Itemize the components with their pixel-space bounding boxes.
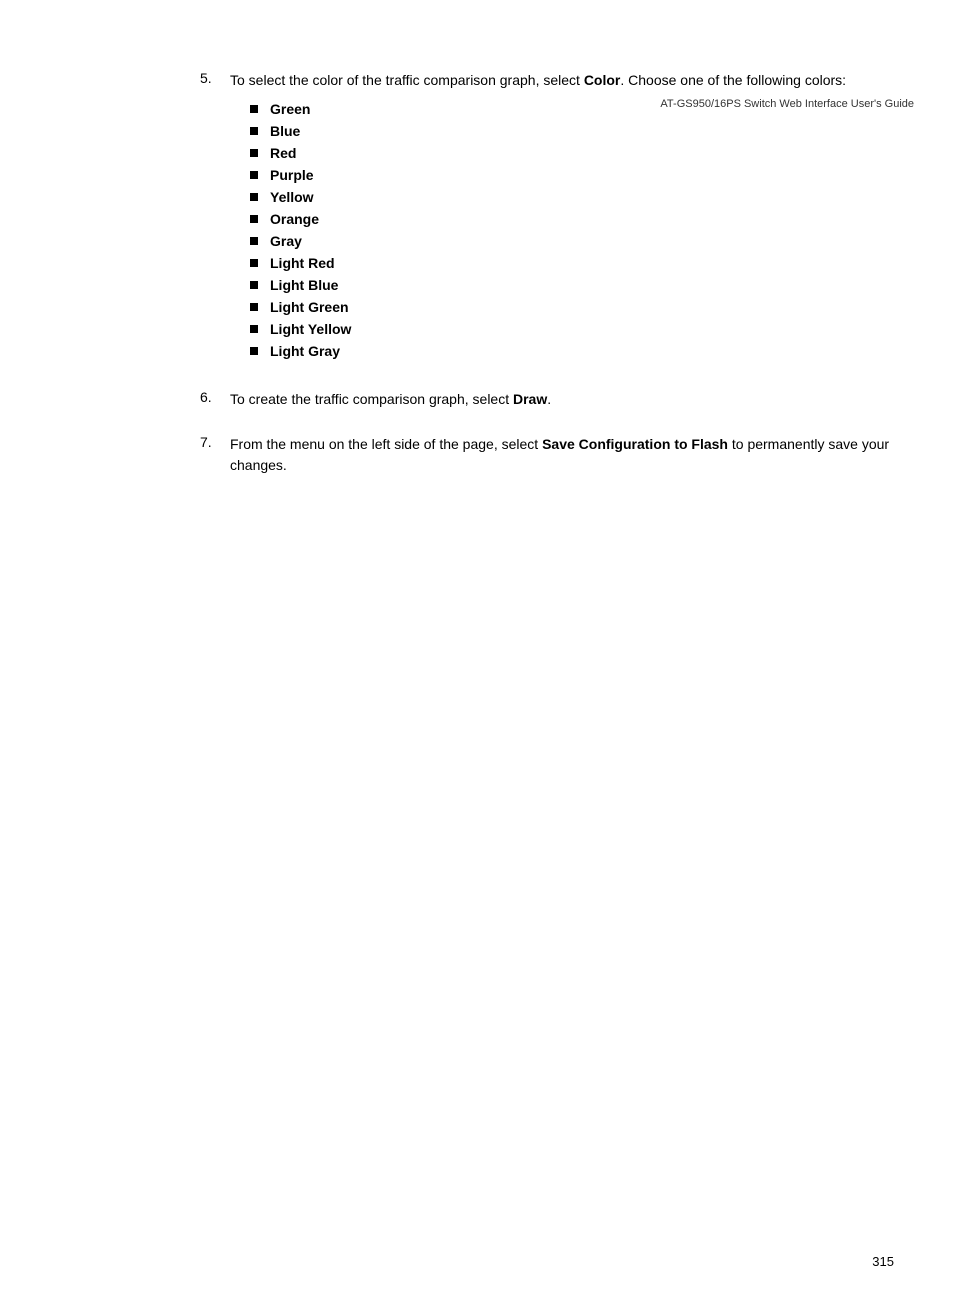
list-item: Gray bbox=[250, 233, 894, 249]
list-item: Yellow bbox=[250, 189, 894, 205]
header-title: AT-GS950/16PS Switch Web Interface User'… bbox=[660, 98, 914, 110]
step-7-number: 7. bbox=[200, 434, 230, 450]
color-list: Green Blue Red Purple Yellow Orange Gray… bbox=[250, 101, 894, 359]
bullet-icon bbox=[250, 105, 258, 113]
bullet-icon bbox=[250, 325, 258, 333]
step-6-text: To create the traffic comparison graph, … bbox=[230, 389, 894, 410]
page-header: AT-GS950/16PS Switch Web Interface User'… bbox=[660, 98, 914, 110]
bullet-icon bbox=[250, 259, 258, 267]
list-item: Purple bbox=[250, 167, 894, 183]
step-6-number: 6. bbox=[200, 389, 230, 405]
bullet-icon bbox=[250, 281, 258, 289]
bullet-icon bbox=[250, 149, 258, 157]
bullet-icon bbox=[250, 303, 258, 311]
bullet-icon bbox=[250, 127, 258, 135]
step-7: 7. From the menu on the left side of the… bbox=[200, 434, 894, 476]
list-item: Blue bbox=[250, 123, 894, 139]
step-5: 5. To select the color of the traffic co… bbox=[200, 70, 894, 365]
list-item: Light Green bbox=[250, 299, 894, 315]
bullet-icon bbox=[250, 193, 258, 201]
bullet-icon bbox=[250, 237, 258, 245]
step-6: 6. To create the traffic comparison grap… bbox=[200, 389, 894, 410]
page-number: 315 bbox=[872, 1254, 894, 1269]
list-item: Light Blue bbox=[250, 277, 894, 293]
list-item: Orange bbox=[250, 211, 894, 227]
step-7-text: From the menu on the left side of the pa… bbox=[230, 434, 894, 476]
page-footer: 315 bbox=[872, 1254, 894, 1269]
list-item: Light Yellow bbox=[250, 321, 894, 337]
bullet-icon bbox=[250, 171, 258, 179]
step-5-number: 5. bbox=[200, 70, 230, 86]
list-item: Light Red bbox=[250, 255, 894, 271]
list-item: Light Gray bbox=[250, 343, 894, 359]
step-5-body: To select the color of the traffic compa… bbox=[230, 70, 894, 365]
bullet-icon bbox=[250, 215, 258, 223]
step-6-body: To create the traffic comparison graph, … bbox=[230, 389, 894, 410]
step-7-body: From the menu on the left side of the pa… bbox=[230, 434, 894, 476]
page-content: 5. To select the color of the traffic co… bbox=[200, 70, 894, 476]
list-item: Red bbox=[250, 145, 894, 161]
step-5-text: To select the color of the traffic compa… bbox=[230, 70, 894, 91]
bullet-icon bbox=[250, 347, 258, 355]
